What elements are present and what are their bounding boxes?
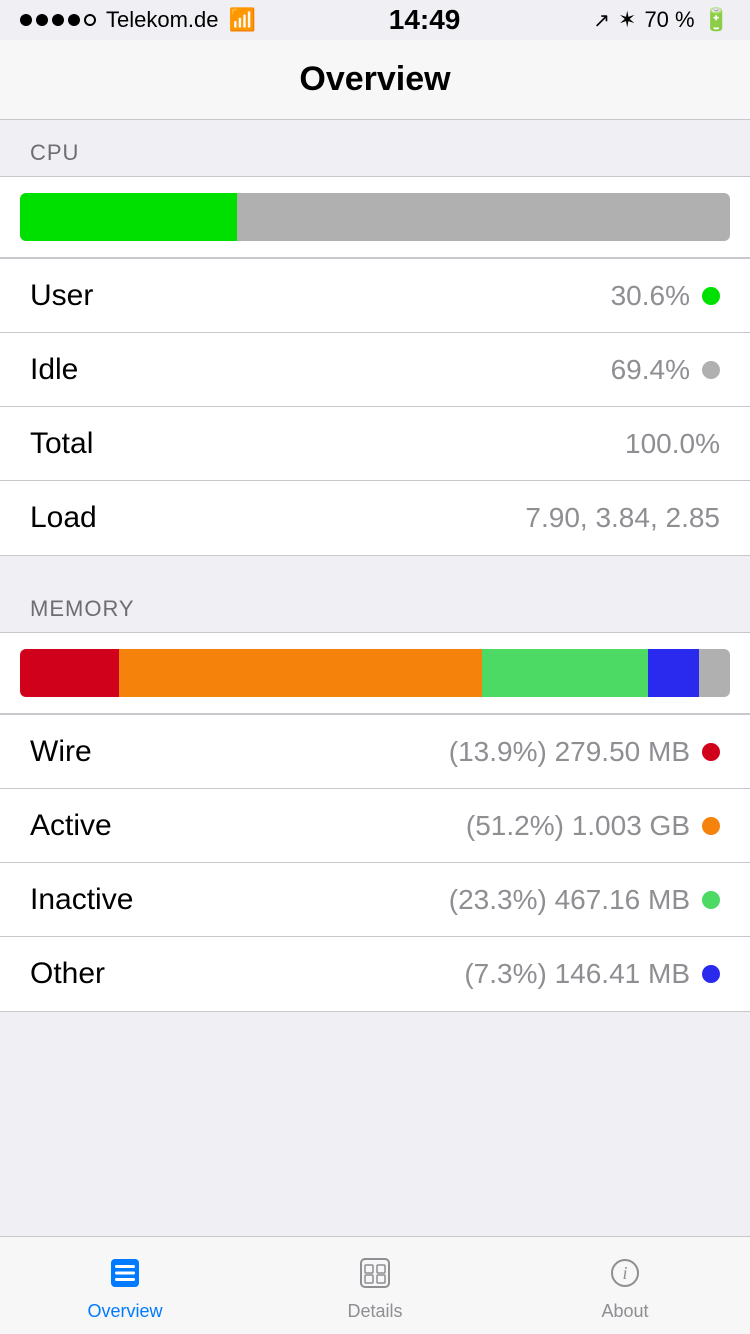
svg-text:i: i [622,1263,627,1283]
memory-inactive-value: (23.3%) 467.16 MB [449,884,720,916]
memory-other-value: (7.3%) 146.41 MB [464,958,720,990]
cpu-idle-row: Idle 69.4% [0,333,750,407]
status-time: 14:49 [389,4,461,36]
mem-seg-red [20,649,119,697]
memory-section-header: MEMORY [0,576,750,632]
cpu-idle-value: 69.4% [611,354,720,386]
memory-wire-dot [702,743,720,761]
tab-overview[interactable]: Overview [0,1249,250,1322]
memory-inactive-label: Inactive [30,883,133,917]
signal-dot-4 [68,14,80,26]
cpu-section-header: CPU [0,120,750,176]
memory-stats-list: Wire (13.9%) 279.50 MB Active (51.2%) 1.… [0,714,750,1012]
cpu-load-label: Load [30,501,97,535]
memory-other-label: Other [30,957,105,991]
cpu-load-value: 7.90, 3.84, 2.85 [525,502,720,534]
location-icon: ↗ [593,8,610,33]
cpu-total-label: Total [30,427,93,461]
cpu-user-dot [702,287,720,305]
tab-bar: Overview Details i About [0,1236,750,1334]
tab-about[interactable]: i About [500,1249,750,1322]
memory-active-row: Active (51.2%) 1.003 GB [0,789,750,863]
memory-active-label: Active [30,809,112,843]
cpu-bar-container [0,176,750,258]
mem-seg-green [482,649,647,697]
content-area: CPU User 30.6% Idle 69.4% Total 10 [0,120,750,1236]
tab-about-label: About [601,1301,648,1322]
cpu-stats-list: User 30.6% Idle 69.4% Total 100.0% Load [0,258,750,556]
memory-bar-container [0,632,750,714]
memory-progress-bar [20,649,730,697]
status-left: Telekom.de 📶 [20,7,256,33]
about-icon: i [609,1257,641,1297]
tab-details[interactable]: Details [250,1249,500,1322]
mem-seg-blue [648,649,700,697]
memory-wire-label: Wire [30,735,92,769]
memory-inactive-dot [702,891,720,909]
details-icon [359,1257,391,1297]
bluetooth-icon: ✶ [618,7,636,33]
memory-active-value: (51.2%) 1.003 GB [466,810,720,842]
signal-dot-1 [20,14,32,26]
cpu-user-label: User [30,279,93,313]
cpu-user-value: 30.6% [611,280,720,312]
tab-overview-label: Overview [87,1301,162,1322]
mem-seg-orange [119,649,483,697]
cpu-idle-dot [702,361,720,379]
signal-dot-3 [52,14,64,26]
signal-dot-2 [36,14,48,26]
cpu-user-row: User 30.6% [0,259,750,333]
mem-seg-gray [699,649,730,697]
tab-details-label: Details [347,1301,402,1322]
cpu-total-row: Total 100.0% [0,407,750,481]
memory-wire-row: Wire (13.9%) 279.50 MB [0,715,750,789]
memory-other-dot [702,965,720,983]
battery-icon: 🔋 [703,7,730,33]
wifi-icon: 📶 [229,7,256,33]
carrier-label: Telekom.de [106,7,219,33]
cpu-load-row: Load 7.90, 3.84, 2.85 [0,481,750,555]
cpu-memory-separator [0,556,750,576]
memory-wire-value: (13.9%) 279.50 MB [449,736,720,768]
signal-dots [20,14,96,26]
cpu-bar-fill [20,193,237,241]
signal-dot-5 [84,14,96,26]
status-right: ↗ ✶ 70 % 🔋 [593,7,730,33]
cpu-progress-bar [20,193,730,241]
nav-bar: Overview [0,40,750,120]
memory-other-row: Other (7.3%) 146.41 MB [0,937,750,1011]
cpu-idle-label: Idle [30,353,78,387]
page-title: Overview [299,60,450,99]
status-bar: Telekom.de 📶 14:49 ↗ ✶ 70 % 🔋 [0,0,750,40]
memory-active-dot [702,817,720,835]
overview-icon [109,1257,141,1297]
cpu-total-value: 100.0% [625,428,720,460]
memory-inactive-row: Inactive (23.3%) 467.16 MB [0,863,750,937]
battery-label: 70 % [644,7,694,33]
